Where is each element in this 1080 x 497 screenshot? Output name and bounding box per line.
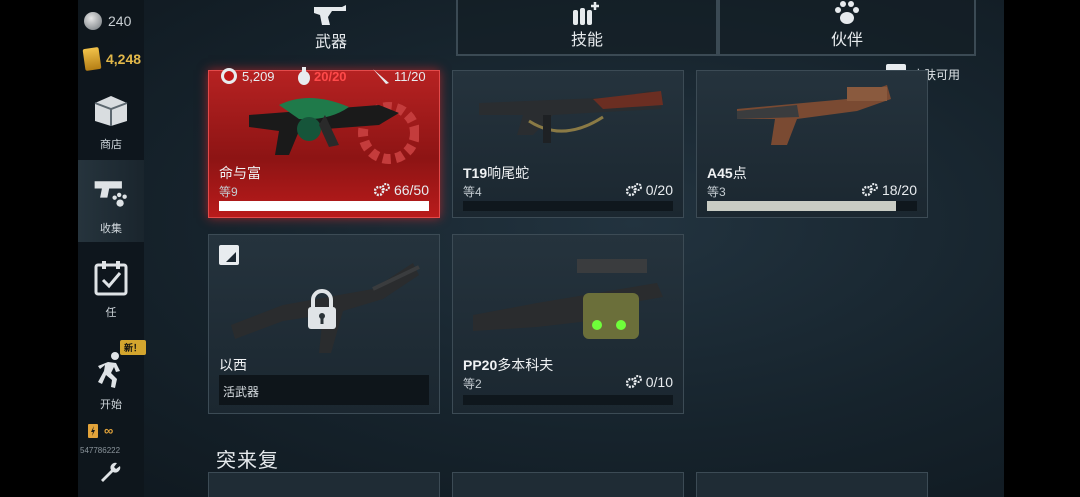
gold-amount: 4,248 xyxy=(106,51,142,67)
a45-smg-icon xyxy=(737,85,891,145)
silver-counter: 240 xyxy=(84,12,131,30)
damage-icon xyxy=(221,68,237,84)
parts-count: 0/10 xyxy=(645,374,673,390)
letterbox-left xyxy=(0,0,78,497)
knife-icon xyxy=(373,69,389,84)
tab-bar: 武器 技能 伙伴 xyxy=(206,0,1004,56)
tab-label: 武器 xyxy=(314,34,347,51)
silver-amount: 240 xyxy=(108,13,132,29)
silver-coin-icon xyxy=(84,12,102,30)
player-id: 547786222 xyxy=(80,446,121,455)
weapon-card-partial[interactable] xyxy=(696,472,928,497)
sidebar-item-label: 开始 xyxy=(100,399,122,411)
weapon-level: 等9 xyxy=(219,185,238,199)
energy-counter: ∞ xyxy=(88,422,113,438)
gold-bar-icon xyxy=(82,46,102,72)
gears-icon xyxy=(373,183,390,197)
letterbox-right xyxy=(1004,0,1080,497)
gears-icon xyxy=(625,183,642,197)
sidebar-item-label: 任 xyxy=(105,307,117,319)
weapon-name-rest: 多本科夫 xyxy=(497,357,554,373)
weapon-card-fortune[interactable]: 5,209 20/20 11/20 命与富 等9 66/50 xyxy=(208,67,440,218)
weapon-level: 等3 xyxy=(707,185,726,199)
tab-label: 伙伴 xyxy=(830,32,863,49)
damage-value: 5,209 xyxy=(242,68,275,84)
progress-fill xyxy=(219,201,429,211)
weapon-parts: 0/10 xyxy=(625,374,673,390)
tab-weapons[interactable]: 武器 xyxy=(206,0,456,56)
weapon-card-a45[interactable]: A45点 等3 18/20 xyxy=(696,70,928,218)
sidebar-item-label: 商店 xyxy=(100,139,122,151)
sidebar-item-shop[interactable]: 商店 xyxy=(78,76,144,158)
game-screen: 240 4,248 商店 收集 任 新！ 开始 ∞ 547786222 武器 技… xyxy=(78,0,1004,497)
damage-stat: 5,209 xyxy=(219,67,275,85)
ammo-plus-icon xyxy=(571,0,603,26)
weapon-card-uzi-locked[interactable]: 以西 活武器 xyxy=(208,234,440,414)
weapon-parts: 66/50 xyxy=(373,182,429,198)
sidebar-item-missions[interactable]: 任 xyxy=(78,244,144,326)
parts-count: 18/20 xyxy=(881,182,917,198)
parts-count: 0/20 xyxy=(645,182,673,198)
locked-status: 活武器 xyxy=(219,375,429,405)
tab-skills[interactable]: 技能 xyxy=(456,0,718,56)
weapon-name-rest: 点 xyxy=(732,165,747,181)
section-title: 突来复 xyxy=(216,450,279,472)
gold-counter[interactable]: 4,248 xyxy=(82,46,142,72)
weapon-level: 等4 xyxy=(463,185,482,199)
energy-icon xyxy=(88,424,98,438)
lock-icon xyxy=(308,289,336,329)
shop-crate-icon xyxy=(91,90,131,130)
sidebar-item-start[interactable]: 开始 xyxy=(78,336,144,418)
upgrade-progress-bar xyxy=(463,201,673,211)
weapon-card-partial[interactable] xyxy=(208,472,440,497)
calendar-check-icon xyxy=(91,258,131,298)
weapon-level: 等2 xyxy=(463,377,482,391)
running-man-icon xyxy=(91,350,131,390)
progress-fill xyxy=(707,201,896,211)
dragon-rifle-icon xyxy=(249,97,419,164)
weapon-parts: 0/20 xyxy=(625,182,673,198)
weapon-name-code: T19 xyxy=(463,165,488,181)
knife-stat: 11/20 xyxy=(371,67,426,85)
sidebar-item-collection[interactable]: 收集 xyxy=(78,160,144,242)
sidebar-item-label: 收集 xyxy=(100,223,122,235)
upgrade-progress-bar xyxy=(707,201,917,211)
weapon-name: A45点 xyxy=(707,163,747,183)
weapon-card-t19[interactable]: T19响尾蛇 等4 0/20 xyxy=(452,70,684,218)
paw-icon xyxy=(833,0,861,26)
grenade-value: 20/20 xyxy=(314,68,347,84)
t19-smg-icon xyxy=(479,91,663,143)
knife-value: 11/20 xyxy=(394,68,426,84)
revolver-icon xyxy=(312,2,350,28)
energy-value: ∞ xyxy=(104,422,114,438)
weapon-name: 以西 xyxy=(219,357,247,373)
tab-label: 技能 xyxy=(570,32,603,49)
gun-paw-icon xyxy=(91,174,131,214)
parts-count: 66/50 xyxy=(393,182,429,198)
weapon-name: PP20多本科夫 xyxy=(463,355,553,375)
weapon-name-code: PP20 xyxy=(463,357,498,373)
weapon-name-rest: 响尾蛇 xyxy=(487,165,530,181)
grenade-stat: 20/20 xyxy=(297,67,347,85)
weapon-card-pp20[interactable]: PP20多本科夫 等2 0/10 xyxy=(452,234,684,414)
grenade-icon xyxy=(298,67,310,85)
wrench-icon[interactable] xyxy=(98,460,122,484)
upgrade-progress-bar xyxy=(219,201,429,211)
upgrade-progress-bar xyxy=(463,395,673,405)
weapon-name-code: A45 xyxy=(707,165,733,181)
weapon-name: T19响尾蛇 xyxy=(463,163,529,183)
sidebar: 240 4,248 商店 收集 任 新！ 开始 ∞ 547786222 xyxy=(78,0,147,497)
weapon-name: 命与富 xyxy=(219,165,261,181)
gears-icon xyxy=(861,183,878,197)
gears-icon xyxy=(625,375,642,389)
weapon-parts: 18/20 xyxy=(861,182,917,198)
weapon-card-partial[interactable] xyxy=(452,472,684,497)
pp20-smg-icon xyxy=(473,259,663,339)
tab-partners[interactable]: 伙伴 xyxy=(718,0,976,56)
